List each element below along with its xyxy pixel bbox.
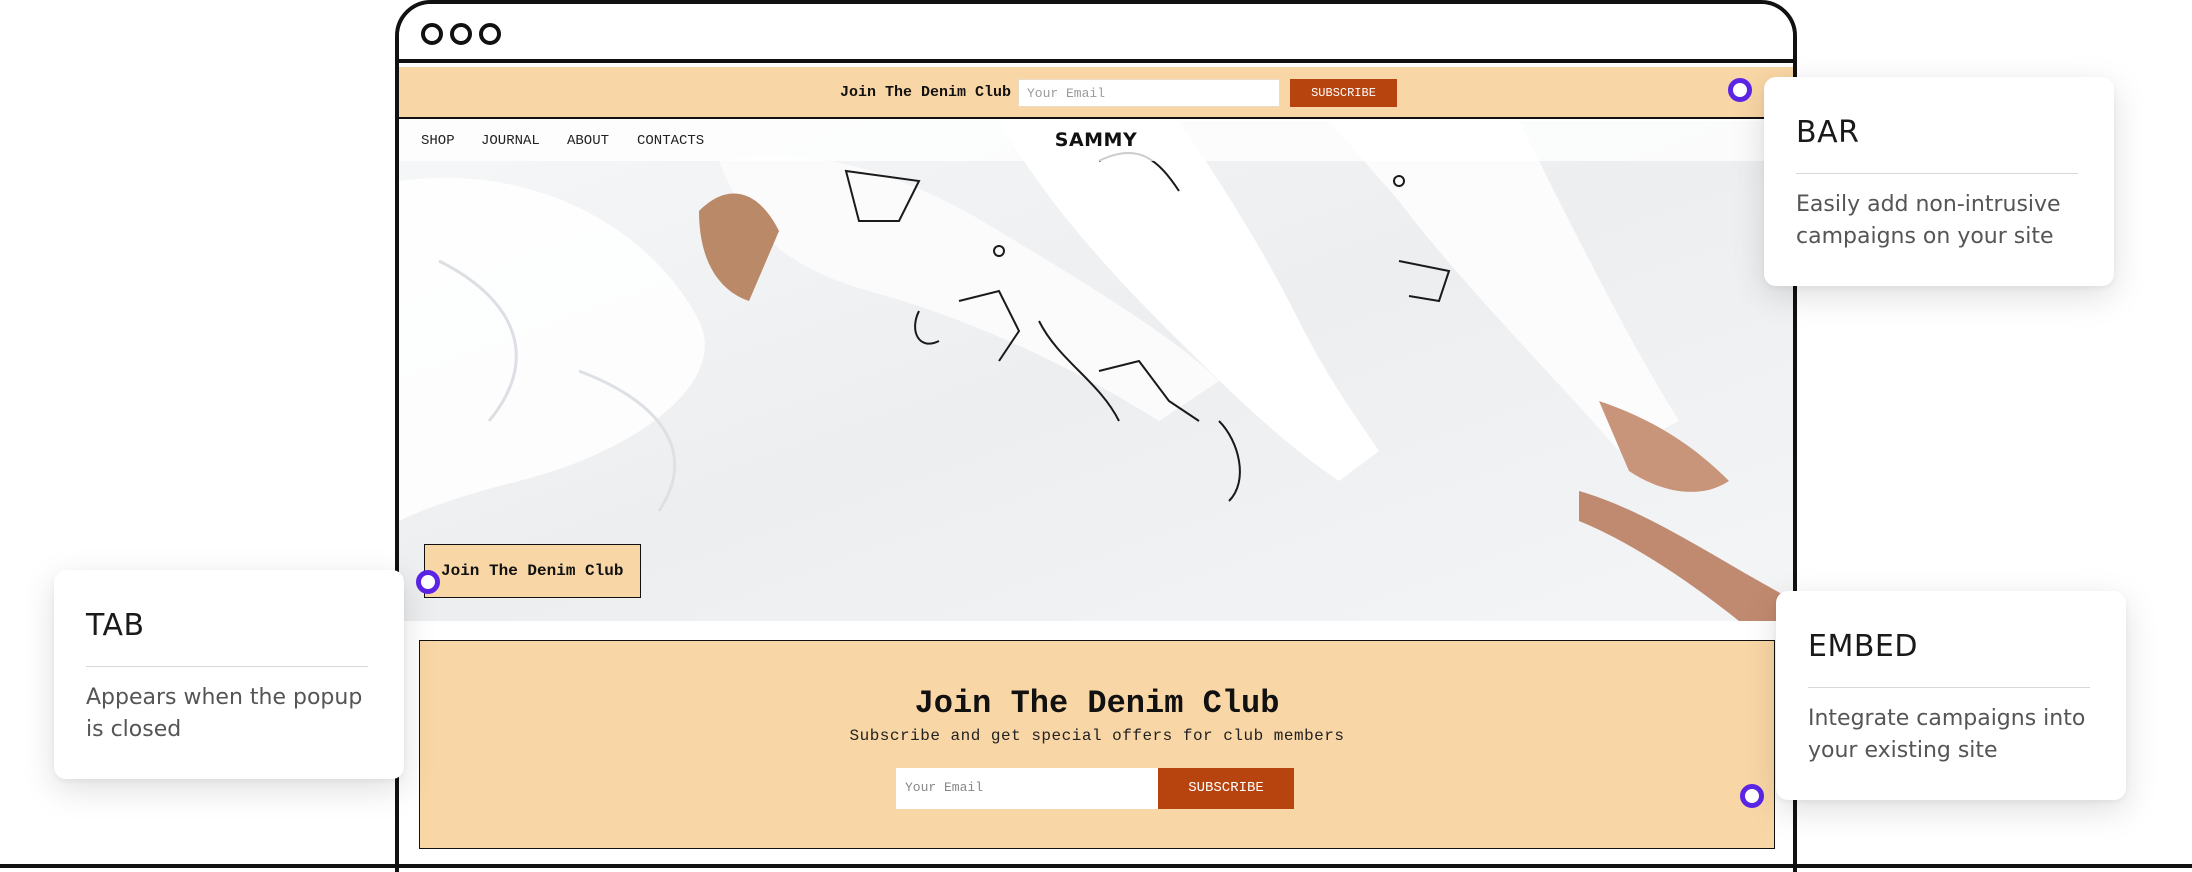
tab-callout-card: TAB Appears when the popup is closed — [54, 570, 404, 779]
campaign-embed: Join The Denim Club Subscribe and get sp… — [419, 640, 1775, 849]
hero-image: SHOP JOURNAL ABOUT CONTACTS SAMMY Join T… — [399, 121, 1793, 621]
divider — [86, 666, 368, 667]
window-dot-icon — [479, 23, 501, 45]
tab-callout-description: Appears when the popup is closed — [86, 685, 363, 742]
divider — [1808, 687, 2090, 688]
embed-indicator-icon — [1740, 784, 1764, 808]
embed-subscribe-button[interactable]: SUBSCRIBE — [1158, 768, 1294, 809]
tab-indicator-icon — [416, 570, 440, 594]
embed-email-input[interactable]: Your Email — [896, 768, 1159, 809]
site-nav: SHOP JOURNAL ABOUT CONTACTS SAMMY — [399, 121, 1793, 161]
top-bar-subscribe-button[interactable]: SUBSCRIBE — [1290, 79, 1397, 107]
embed-subtitle: Subscribe and get special offers for clu… — [849, 727, 1345, 745]
frame-bottom-line — [0, 864, 2192, 868]
browser-chrome — [399, 4, 1793, 63]
top-bar-title: Join The Denim Club — [840, 84, 1012, 101]
bar-callout-card: BAR Easily add non-intrusive campaigns o… — [1764, 77, 2114, 286]
embed-callout-title: EMBED — [1808, 629, 1918, 664]
embed-callout-description: Integrate campaigns into your existing s… — [1808, 706, 2086, 763]
bar-indicator-icon — [1728, 78, 1752, 102]
divider — [1796, 173, 2078, 174]
embed-callout-card: EMBED Integrate campaigns into your exis… — [1776, 591, 2126, 800]
bar-callout-description: Easily add non-intrusive campaigns on yo… — [1796, 192, 2061, 249]
tab-callout-title: TAB — [86, 608, 145, 643]
window-dot-icon — [421, 23, 443, 45]
bar-callout-title: BAR — [1796, 115, 1860, 150]
browser-window: Join The Denim Club Your Email SUBSCRIBE — [395, 0, 1797, 872]
window-dot-icon — [450, 23, 472, 45]
campaign-top-bar: Join The Denim Club Your Email SUBSCRIBE — [399, 67, 1793, 119]
embed-title: Join The Denim Club — [914, 685, 1280, 722]
site-logo[interactable]: SAMMY — [399, 129, 1793, 151]
top-bar-email-input[interactable]: Your Email — [1018, 79, 1280, 107]
campaign-tab[interactable]: Join The Denim Club — [424, 544, 641, 598]
